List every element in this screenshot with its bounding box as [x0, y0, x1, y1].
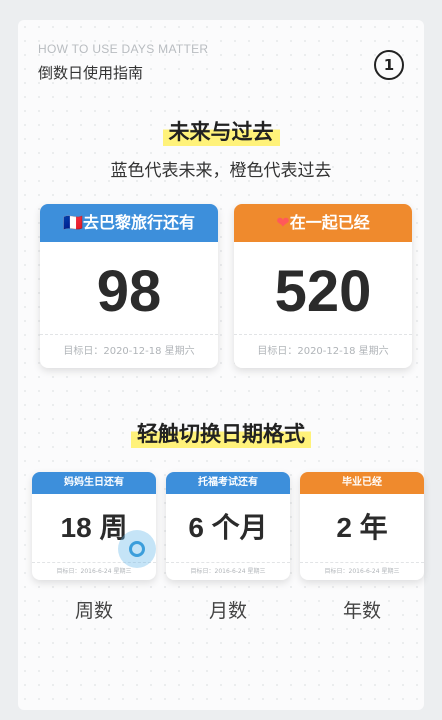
- tap-indicator-icon: [118, 530, 156, 568]
- countup-card-together[interactable]: ❤在一起已经 520 目标日：2020-12-18 星期六: [234, 204, 412, 368]
- card-day-count: 98: [96, 259, 162, 324]
- card-header: 毕业已经: [300, 472, 424, 494]
- card-title: 去巴黎旅行还有: [82, 213, 195, 232]
- countdown-card-paris[interactable]: 🇫🇷去巴黎旅行还有 98 目标日：2020-12-18 星期六: [40, 204, 218, 368]
- format-label-years: 年数: [342, 600, 381, 622]
- card-target-date: 目标日：2016-6-24 星期三: [166, 562, 290, 580]
- card-months-count: 6 个月: [188, 512, 268, 543]
- card-day-count: 520: [274, 259, 372, 324]
- section-switch-format-title: 轻触切换日期格式: [18, 418, 424, 448]
- card-target-date: 目标日：2020-12-18 星期六: [234, 334, 412, 368]
- card-header: 🇫🇷去巴黎旅行还有: [40, 204, 218, 242]
- card-header: 托福考试还有: [166, 472, 290, 494]
- card-header: 妈妈生日还有: [32, 472, 156, 494]
- card-target-date: 目标日：2020-12-18 星期六: [40, 334, 218, 368]
- section-title-text: 未来与过去: [162, 116, 280, 146]
- countdown-card-toefl[interactable]: 托福考试还有 6 个月 目标日：2016-6-24 星期三: [166, 472, 290, 580]
- section-title-text: 轻触切换日期格式: [131, 418, 311, 448]
- step-number-badge: 1: [374, 50, 404, 80]
- section-future-past-title: 未来与过去: [18, 116, 424, 146]
- card-header: ❤在一起已经: [234, 204, 412, 242]
- france-flag-icon: 🇫🇷: [63, 213, 83, 232]
- card-title: 在一起已经: [289, 213, 370, 232]
- guide-sheet: HOW TO USE DAYS MATTER 倒数日使用指南 1 未来与过去 蓝…: [18, 20, 424, 710]
- header-title-cn: 倒数日使用指南: [38, 64, 144, 82]
- format-label-weeks: 周数: [74, 600, 113, 622]
- countup-card-graduation[interactable]: 毕业已经 2 年 目标日：2016-6-24 星期三: [300, 472, 424, 580]
- card-target-date: 目标日：2016-6-24 星期三: [300, 562, 424, 580]
- heart-icon: ❤: [276, 213, 290, 232]
- section-future-past-subtitle: 蓝色代表未来，橙色代表过去: [110, 161, 332, 181]
- header-title-en: HOW TO USE DAYS MATTER: [38, 42, 209, 56]
- card-years-count: 2 年: [336, 512, 388, 543]
- format-label-months: 月数: [208, 600, 247, 622]
